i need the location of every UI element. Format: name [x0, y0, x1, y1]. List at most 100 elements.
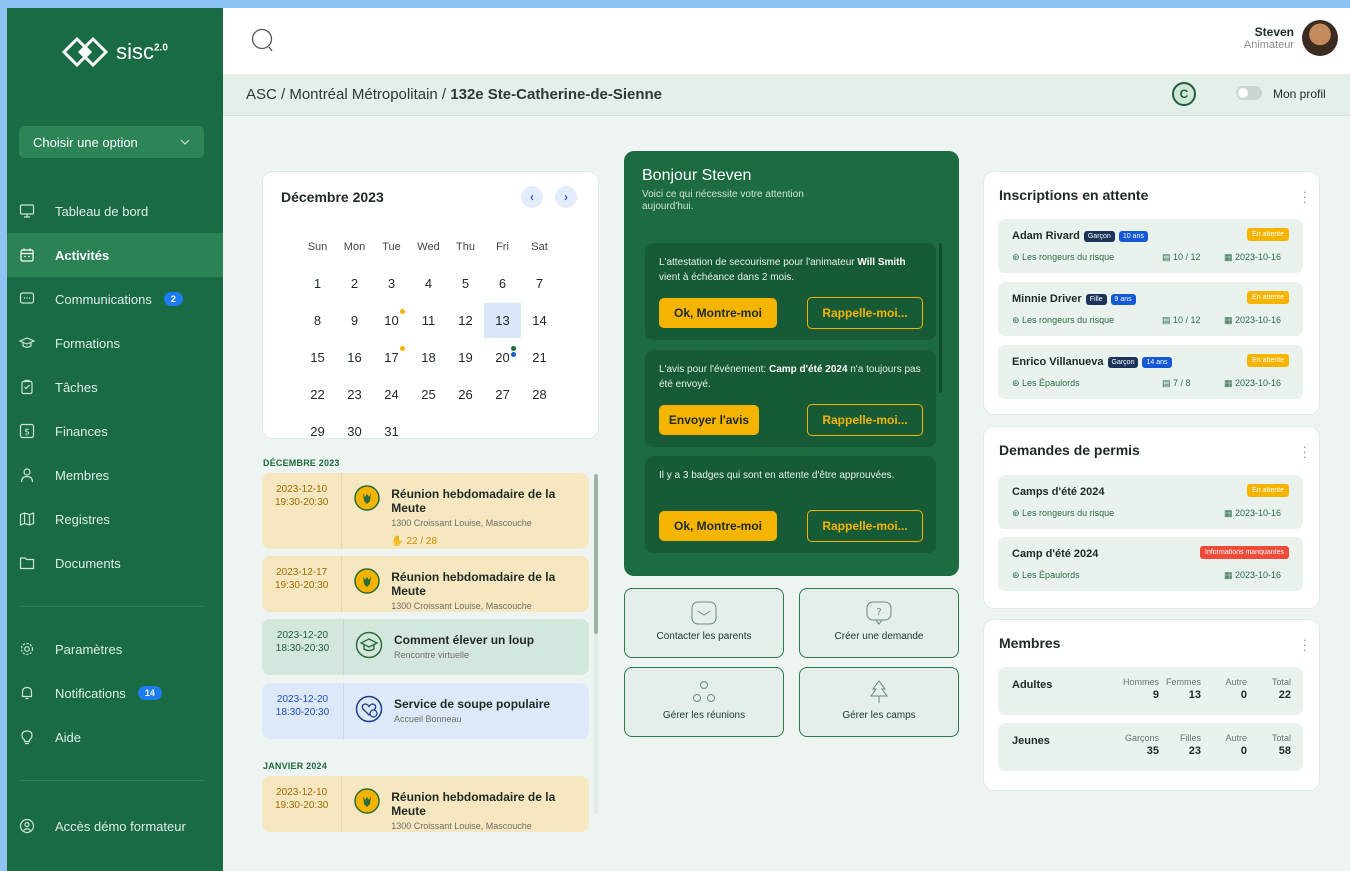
prev-month-button[interactable]: ‹ — [521, 186, 543, 208]
calendar-day[interactable]: 30 — [336, 414, 373, 449]
calendar-day[interactable]: 31 — [373, 414, 410, 449]
calendar-day[interactable]: 24 — [373, 377, 410, 412]
calendar-day[interactable]: 16 — [336, 340, 373, 375]
chat-icon — [19, 291, 35, 307]
attention-scrollbar[interactable] — [939, 243, 942, 393]
event-card[interactable]: 2023-12-10 19:30-20:30 Réunion hebdomadai… — [262, 776, 589, 832]
show-me-button[interactable]: Ok, Montre-moi — [659, 298, 777, 328]
remind-me-button[interactable]: Rappelle-moi... — [807, 404, 923, 436]
remind-me-button[interactable]: Rappelle-moi... — [807, 297, 923, 329]
event-card[interactable]: 2023-12-20 18:30-20:30 Comment élever un … — [262, 619, 589, 675]
remind-me-button[interactable]: Rappelle-moi... — [807, 510, 923, 542]
status-badge: En attente — [1247, 228, 1289, 241]
sidebar-item-trainer-demo[interactable]: Accès démo formateur — [7, 804, 223, 848]
sidebar-item-settings[interactable]: Paramètres — [7, 627, 223, 671]
calendar-day[interactable]: 26 — [447, 377, 484, 412]
user-role: Animateur — [1243, 39, 1294, 51]
breadcrumb-path[interactable]: ASC / Montréal Métropolitain / — [246, 86, 446, 103]
create-request-button[interactable]: ? Créer une demande — [799, 588, 959, 658]
calendar-day[interactable]: 22 — [299, 377, 336, 412]
capacity-count: ▤ 10 / 12 — [1162, 252, 1201, 262]
calendar-day[interactable]: 19 — [447, 340, 484, 375]
task-text: L'avis pour l'événement: Camp d'été 2024… — [659, 364, 921, 390]
calendar-day[interactable]: 13 — [484, 303, 521, 338]
c-button[interactable]: C — [1172, 82, 1196, 106]
sidebar-item-members[interactable]: Membres — [7, 453, 223, 497]
monitor-icon — [19, 203, 35, 219]
registration-item[interactable]: Enrico Villanueva Garçon 14 ans En attente… — [998, 345, 1303, 399]
option-select[interactable]: Choisir une option — [19, 126, 204, 158]
calendar-day[interactable]: 8 — [299, 303, 336, 338]
calendar-day[interactable]: 2 — [336, 266, 373, 301]
calendar-day[interactable]: 6 — [484, 266, 521, 301]
manage-meetings-button[interactable]: Gérer les réunions — [624, 667, 784, 737]
calendar-day — [447, 414, 484, 449]
calendar-day[interactable]: 3 — [373, 266, 410, 301]
calendar-day[interactable]: 4 — [410, 266, 447, 301]
stat-header: Autre — [1225, 677, 1247, 687]
search-icon[interactable] — [251, 28, 275, 54]
permit-item[interactable]: Camps d'été 2024 En attente ⊛ Les rongeu… — [998, 475, 1303, 529]
calendar-day[interactable]: 12 — [447, 303, 484, 338]
calendar-day[interactable]: 23 — [336, 377, 373, 412]
more-options-icon[interactable]: · · · — [1302, 184, 1307, 208]
status-badge: Informations manquantes — [1200, 546, 1289, 559]
stat-header: Total — [1271, 733, 1291, 743]
calendar-day[interactable]: 5 — [447, 266, 484, 301]
event-card[interactable]: 2023-12-20 18:30-20:30 Service de soupe p… — [262, 683, 589, 739]
event-card[interactable]: 2023-12-17 19:30-20:30 Réunion hebdomadai… — [262, 556, 589, 612]
sidebar-item-tasks[interactable]: Tâches — [7, 365, 223, 409]
sidebar-item-formations[interactable]: Formations — [7, 321, 223, 365]
user-menu[interactable]: Steven Animateur — [1244, 20, 1338, 56]
calendar-day[interactable]: 1 — [299, 266, 336, 301]
sidebar-item-activities[interactable]: Activités — [7, 233, 223, 277]
profile-toggle[interactable] — [1236, 86, 1262, 100]
app-window: sisc2.0 Choisir une option Tableau de bo… — [7, 8, 1350, 871]
more-options-icon[interactable]: · · · — [1302, 439, 1307, 463]
sidebar-item-dashboard[interactable]: Tableau de bord — [7, 189, 223, 233]
contact-parents-button[interactable]: Contacter les parents — [624, 588, 784, 658]
calendar-day[interactable]: 11 — [410, 303, 447, 338]
registration-item[interactable]: Minnie Driver Fille 9 ans En attente ⊛ Les… — [998, 282, 1303, 336]
sidebar-item-notifications[interactable]: Notifications 14 — [7, 671, 223, 715]
members-adults-row: Adultes Hommes 9 Femmes 13 Autre 0 Total 22 — [998, 667, 1303, 715]
registration-item[interactable]: Adam Rivard Garçon 10 ans En attente ⊛ Les… — [998, 219, 1303, 273]
user-icon — [19, 467, 35, 483]
avatar[interactable] — [1302, 20, 1338, 56]
brand-logo[interactable]: sisc2.0 — [7, 32, 223, 72]
calendar-day[interactable]: 21 — [521, 340, 558, 375]
permit-requests-card: Demandes de permis · · · Camps d'été 2024 … — [984, 427, 1319, 608]
calendar-day[interactable]: 18 — [410, 340, 447, 375]
send-notice-button[interactable]: Envoyer l'avis — [659, 405, 759, 435]
next-month-button[interactable]: › — [555, 186, 577, 208]
sidebar-divider — [19, 606, 205, 607]
more-options-icon[interactable]: · · · — [1302, 632, 1307, 656]
card-title: Membres — [999, 635, 1061, 651]
calendar-day[interactable]: 25 — [410, 377, 447, 412]
sidebar-item-documents[interactable]: Documents — [7, 541, 223, 585]
calendar-day[interactable]: 27 — [484, 377, 521, 412]
sidebar-item-finances[interactable]: $ Finances — [7, 409, 223, 453]
show-me-button[interactable]: Ok, Montre-moi — [659, 511, 777, 541]
event-time: 19:30-20:30 — [274, 497, 329, 508]
calendar-day[interactable]: 20 — [484, 340, 521, 375]
member-name: Adam Rivard — [1012, 230, 1080, 242]
status-badge: En attente — [1247, 354, 1289, 367]
calendar-day[interactable]: 29 — [299, 414, 336, 449]
calendar-day[interactable]: 14 — [521, 303, 558, 338]
manage-camps-button[interactable]: Gérer les camps — [799, 667, 959, 737]
sidebar-item-communications[interactable]: Communications 2 — [7, 277, 223, 321]
permit-item[interactable]: Camp d'été 2024 Informations manquantes … — [998, 537, 1303, 591]
calendar-day[interactable]: 28 — [521, 377, 558, 412]
calendar-day[interactable]: 15 — [299, 340, 336, 375]
event-card[interactable]: 2023-12-10 19:30-20:30 Réunion hebdomadai… — [262, 473, 589, 549]
weekday-label: Thu — [456, 240, 475, 253]
calendar-day[interactable]: 17 — [373, 340, 410, 375]
events-scrollbar-thumb[interactable] — [594, 474, 598, 634]
gender-tag: Garçon — [1083, 231, 1115, 242]
sidebar-item-help[interactable]: Aide — [7, 715, 223, 759]
sidebar-item-registers[interactable]: Registres — [7, 497, 223, 541]
calendar-day[interactable]: 7 — [521, 266, 558, 301]
calendar-day[interactable]: 10 — [373, 303, 410, 338]
calendar-day[interactable]: 9 — [336, 303, 373, 338]
